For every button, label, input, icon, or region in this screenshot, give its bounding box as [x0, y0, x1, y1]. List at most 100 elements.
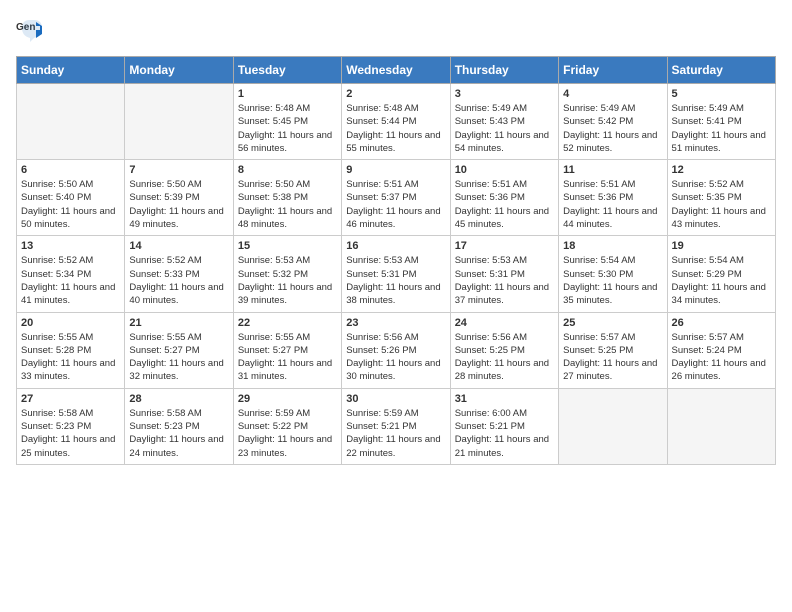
day-info: Sunrise: 5:50 AM Sunset: 5:39 PM Dayligh…	[129, 178, 228, 231]
day-number: 22	[238, 317, 337, 329]
page-header: Gen	[16, 16, 776, 44]
day-info: Sunrise: 5:49 AM Sunset: 5:42 PM Dayligh…	[563, 102, 662, 155]
calendar-cell: 13 Sunrise: 5:52 AM Sunset: 5:34 PM Dayl…	[17, 236, 125, 312]
calendar-cell: 11 Sunrise: 5:51 AM Sunset: 5:36 PM Dayl…	[559, 160, 667, 236]
day-info: Sunrise: 5:53 AM Sunset: 5:31 PM Dayligh…	[455, 254, 554, 307]
calendar-cell: 16 Sunrise: 5:53 AM Sunset: 5:31 PM Dayl…	[342, 236, 450, 312]
calendar-cell: 19 Sunrise: 5:54 AM Sunset: 5:29 PM Dayl…	[667, 236, 775, 312]
day-info: Sunrise: 5:55 AM Sunset: 5:28 PM Dayligh…	[21, 331, 120, 384]
day-number: 2	[346, 88, 445, 100]
calendar-day-header: Thursday	[450, 57, 558, 84]
day-info: Sunrise: 5:56 AM Sunset: 5:25 PM Dayligh…	[455, 331, 554, 384]
day-info: Sunrise: 5:48 AM Sunset: 5:45 PM Dayligh…	[238, 102, 337, 155]
calendar-cell: 3 Sunrise: 5:49 AM Sunset: 5:43 PM Dayli…	[450, 84, 558, 160]
day-info: Sunrise: 5:59 AM Sunset: 5:22 PM Dayligh…	[238, 407, 337, 460]
day-number: 4	[563, 88, 662, 100]
calendar-day-header: Monday	[125, 57, 233, 84]
calendar-cell: 24 Sunrise: 5:56 AM Sunset: 5:25 PM Dayl…	[450, 312, 558, 388]
day-info: Sunrise: 5:50 AM Sunset: 5:38 PM Dayligh…	[238, 178, 337, 231]
calendar-cell	[667, 388, 775, 464]
day-number: 7	[129, 164, 228, 176]
day-number: 14	[129, 240, 228, 252]
calendar-day-header: Sunday	[17, 57, 125, 84]
calendar-table: SundayMondayTuesdayWednesdayThursdayFrid…	[16, 56, 776, 465]
day-info: Sunrise: 5:49 AM Sunset: 5:43 PM Dayligh…	[455, 102, 554, 155]
calendar-day-header: Friday	[559, 57, 667, 84]
calendar-cell: 2 Sunrise: 5:48 AM Sunset: 5:44 PM Dayli…	[342, 84, 450, 160]
day-info: Sunrise: 5:59 AM Sunset: 5:21 PM Dayligh…	[346, 407, 445, 460]
day-number: 9	[346, 164, 445, 176]
calendar-cell: 1 Sunrise: 5:48 AM Sunset: 5:45 PM Dayli…	[233, 84, 341, 160]
logo-icon: Gen	[16, 16, 44, 44]
calendar-cell: 31 Sunrise: 6:00 AM Sunset: 5:21 PM Dayl…	[450, 388, 558, 464]
day-info: Sunrise: 5:50 AM Sunset: 5:40 PM Dayligh…	[21, 178, 120, 231]
day-number: 11	[563, 164, 662, 176]
day-info: Sunrise: 5:54 AM Sunset: 5:30 PM Dayligh…	[563, 254, 662, 307]
day-number: 20	[21, 317, 120, 329]
calendar-cell: 17 Sunrise: 5:53 AM Sunset: 5:31 PM Dayl…	[450, 236, 558, 312]
day-number: 15	[238, 240, 337, 252]
day-info: Sunrise: 5:56 AM Sunset: 5:26 PM Dayligh…	[346, 331, 445, 384]
day-info: Sunrise: 5:49 AM Sunset: 5:41 PM Dayligh…	[672, 102, 771, 155]
calendar-cell: 15 Sunrise: 5:53 AM Sunset: 5:32 PM Dayl…	[233, 236, 341, 312]
day-number: 18	[563, 240, 662, 252]
calendar-cell: 4 Sunrise: 5:49 AM Sunset: 5:42 PM Dayli…	[559, 84, 667, 160]
day-info: Sunrise: 5:54 AM Sunset: 5:29 PM Dayligh…	[672, 254, 771, 307]
day-info: Sunrise: 5:58 AM Sunset: 5:23 PM Dayligh…	[21, 407, 120, 460]
day-number: 10	[455, 164, 554, 176]
calendar-cell: 7 Sunrise: 5:50 AM Sunset: 5:39 PM Dayli…	[125, 160, 233, 236]
day-number: 12	[672, 164, 771, 176]
day-number: 23	[346, 317, 445, 329]
day-number: 5	[672, 88, 771, 100]
day-info: Sunrise: 5:53 AM Sunset: 5:31 PM Dayligh…	[346, 254, 445, 307]
calendar-cell: 23 Sunrise: 5:56 AM Sunset: 5:26 PM Dayl…	[342, 312, 450, 388]
calendar-cell: 6 Sunrise: 5:50 AM Sunset: 5:40 PM Dayli…	[17, 160, 125, 236]
day-info: Sunrise: 5:53 AM Sunset: 5:32 PM Dayligh…	[238, 254, 337, 307]
calendar-cell: 25 Sunrise: 5:57 AM Sunset: 5:25 PM Dayl…	[559, 312, 667, 388]
calendar-cell	[125, 84, 233, 160]
calendar-cell: 22 Sunrise: 5:55 AM Sunset: 5:27 PM Dayl…	[233, 312, 341, 388]
logo: Gen	[16, 16, 48, 44]
calendar-day-header: Saturday	[667, 57, 775, 84]
day-number: 21	[129, 317, 228, 329]
calendar-day-header: Tuesday	[233, 57, 341, 84]
calendar-cell: 27 Sunrise: 5:58 AM Sunset: 5:23 PM Dayl…	[17, 388, 125, 464]
day-number: 17	[455, 240, 554, 252]
day-info: Sunrise: 5:58 AM Sunset: 5:23 PM Dayligh…	[129, 407, 228, 460]
day-info: Sunrise: 6:00 AM Sunset: 5:21 PM Dayligh…	[455, 407, 554, 460]
calendar-cell	[17, 84, 125, 160]
calendar-cell: 5 Sunrise: 5:49 AM Sunset: 5:41 PM Dayli…	[667, 84, 775, 160]
day-number: 3	[455, 88, 554, 100]
day-number: 27	[21, 393, 120, 405]
day-info: Sunrise: 5:55 AM Sunset: 5:27 PM Dayligh…	[129, 331, 228, 384]
calendar-cell: 29 Sunrise: 5:59 AM Sunset: 5:22 PM Dayl…	[233, 388, 341, 464]
day-number: 31	[455, 393, 554, 405]
day-info: Sunrise: 5:52 AM Sunset: 5:34 PM Dayligh…	[21, 254, 120, 307]
calendar-cell: 28 Sunrise: 5:58 AM Sunset: 5:23 PM Dayl…	[125, 388, 233, 464]
calendar-cell: 21 Sunrise: 5:55 AM Sunset: 5:27 PM Dayl…	[125, 312, 233, 388]
day-number: 19	[672, 240, 771, 252]
day-number: 8	[238, 164, 337, 176]
calendar-cell: 18 Sunrise: 5:54 AM Sunset: 5:30 PM Dayl…	[559, 236, 667, 312]
day-info: Sunrise: 5:57 AM Sunset: 5:24 PM Dayligh…	[672, 331, 771, 384]
calendar-cell: 14 Sunrise: 5:52 AM Sunset: 5:33 PM Dayl…	[125, 236, 233, 312]
day-number: 25	[563, 317, 662, 329]
calendar-cell: 26 Sunrise: 5:57 AM Sunset: 5:24 PM Dayl…	[667, 312, 775, 388]
calendar-cell: 12 Sunrise: 5:52 AM Sunset: 5:35 PM Dayl…	[667, 160, 775, 236]
day-number: 30	[346, 393, 445, 405]
calendar-cell: 8 Sunrise: 5:50 AM Sunset: 5:38 PM Dayli…	[233, 160, 341, 236]
day-number: 16	[346, 240, 445, 252]
calendar-cell: 30 Sunrise: 5:59 AM Sunset: 5:21 PM Dayl…	[342, 388, 450, 464]
calendar-cell	[559, 388, 667, 464]
day-number: 29	[238, 393, 337, 405]
day-info: Sunrise: 5:52 AM Sunset: 5:33 PM Dayligh…	[129, 254, 228, 307]
day-number: 1	[238, 88, 337, 100]
calendar-day-header: Wednesday	[342, 57, 450, 84]
calendar-cell: 20 Sunrise: 5:55 AM Sunset: 5:28 PM Dayl…	[17, 312, 125, 388]
day-info: Sunrise: 5:52 AM Sunset: 5:35 PM Dayligh…	[672, 178, 771, 231]
day-info: Sunrise: 5:51 AM Sunset: 5:37 PM Dayligh…	[346, 178, 445, 231]
calendar-cell: 9 Sunrise: 5:51 AM Sunset: 5:37 PM Dayli…	[342, 160, 450, 236]
calendar-cell: 10 Sunrise: 5:51 AM Sunset: 5:36 PM Dayl…	[450, 160, 558, 236]
day-number: 26	[672, 317, 771, 329]
day-number: 13	[21, 240, 120, 252]
